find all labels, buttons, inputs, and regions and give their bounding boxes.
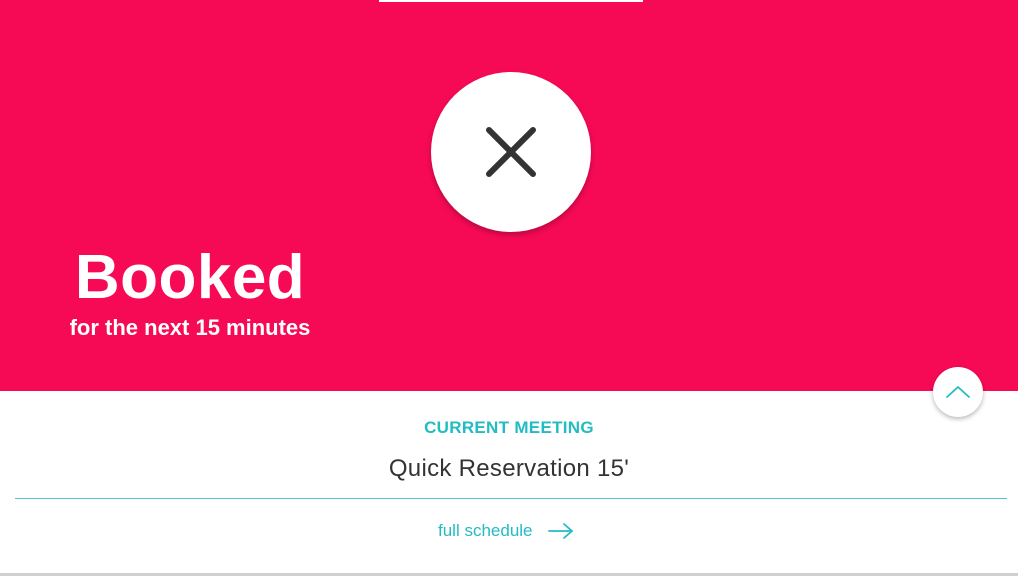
end-booking-button[interactable]: [431, 72, 591, 232]
room-status-panel: Booked for the next 15 minutes: [0, 0, 1018, 391]
status-title: Booked: [74, 243, 306, 312]
arrow-right-icon: [547, 523, 573, 539]
current-meeting-title: Quick Reservation 15': [388, 455, 630, 482]
chevron-up-icon: [946, 386, 970, 398]
close-icon: [486, 127, 536, 177]
status-subtitle: for the next 15 minutes: [69, 315, 311, 340]
top-indicator: [379, 0, 643, 2]
full-schedule-link[interactable]: full schedule: [438, 521, 575, 541]
full-schedule-label: full schedule: [438, 521, 533, 540]
expand-collapse-button[interactable]: [933, 367, 983, 417]
divider: [15, 498, 1007, 499]
room-display-screen: Booked for the next 15 minutes CURRENT M…: [0, 0, 1018, 576]
status-block: Booked for the next 15 minutes: [40, 246, 340, 342]
current-meeting-section: CURRENT MEETING Quick Reservation 15' fu…: [0, 391, 1018, 576]
current-meeting-label: CURRENT MEETING: [424, 418, 594, 437]
